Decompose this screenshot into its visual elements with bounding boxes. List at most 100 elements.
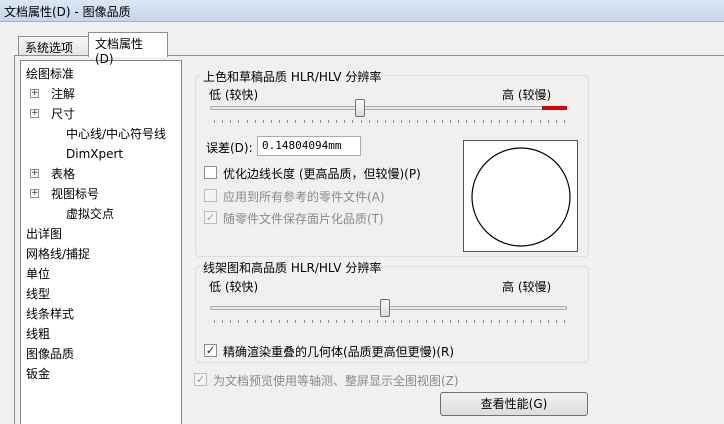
- slider-tick: [376, 120, 378, 123]
- property-tree[interactable]: 绘图标准 + 注解 + 尺寸 中心线/中心符号线 DimXpert + 表格 + 视图标号 虚拟交点出…: [20, 60, 182, 424]
- slider-tick: [222, 320, 224, 323]
- slider-tick: [466, 120, 468, 123]
- slider-tick: [327, 120, 329, 123]
- slider-tick: [360, 320, 362, 323]
- slider-tick: [564, 120, 565, 123]
- slider-tick: [352, 120, 354, 123]
- slider-tick: [458, 120, 460, 123]
- save-tessellation-label: 随零件文件保存面片化品质(T): [223, 212, 384, 226]
- tree-item[interactable]: 线粗: [21, 324, 181, 344]
- error-label: 误差(D):: [206, 141, 253, 155]
- slider-tick: [238, 320, 240, 323]
- tree-item[interactable]: 出详图: [21, 224, 181, 244]
- shaded-quality-slider-track[interactable]: [210, 106, 567, 110]
- tree-item[interactable]: 线条样式: [21, 304, 181, 324]
- apply-to-referenced-parts-option[interactable]: 应用到所有参考的零件文件(A): [204, 187, 404, 205]
- error-input[interactable]: 0.14804094mm: [257, 136, 361, 156]
- tree-item[interactable]: 图像品质: [21, 344, 181, 364]
- slider-tick: [279, 120, 281, 123]
- tree-item-label: 线条样式: [26, 307, 75, 321]
- tessellation-preview: [463, 140, 578, 252]
- slider-tick: [531, 120, 533, 123]
- slider-tick: [384, 120, 386, 123]
- tree-item[interactable]: DimXpert: [21, 144, 181, 164]
- slider-tick: [352, 320, 354, 323]
- tree-item-label: 线型: [26, 287, 51, 301]
- tree-item[interactable]: + 尺寸: [21, 104, 181, 124]
- tree-item-label: 尺寸: [51, 107, 76, 121]
- precise-overlap-checkbox[interactable]: ✓: [204, 344, 217, 357]
- shaded-quality-legend: 上色和草稿品质 HLR/HLV 分辨率: [200, 68, 385, 85]
- tab-document-properties[interactable]: 文档属性(D): [88, 32, 168, 66]
- save-tessellation-option[interactable]: ✓ 随零件文件保存面片化品质(T): [204, 209, 404, 227]
- slider-tick: [238, 120, 240, 123]
- slider-tick: [507, 320, 509, 323]
- slider-tick: [295, 120, 297, 123]
- slider-tick: [474, 320, 476, 323]
- optimize-edge-length-checkbox[interactable]: [204, 166, 217, 179]
- tree-item[interactable]: + 视图标号: [21, 184, 181, 204]
- slider-tick: [523, 120, 525, 123]
- slider-tick: [222, 120, 224, 123]
- tree-item[interactable]: + 注解: [21, 84, 181, 104]
- iso-preview-option[interactable]: ✓ 为文档预览使用等轴测、整屏显示全图视图(Z): [194, 371, 464, 389]
- tree-item-label: 出详图: [26, 227, 63, 241]
- optimize-edge-length-label: 优化边线长度 (更高品质，但较慢)(P): [223, 167, 421, 181]
- slider-tick: [287, 120, 289, 123]
- save-tessellation-checkbox[interactable]: ✓: [204, 211, 217, 224]
- slider-tick: [303, 120, 305, 123]
- tree-item[interactable]: 网格线/捕捉: [21, 244, 181, 264]
- slider-tick: [311, 320, 313, 323]
- slider-tick: [507, 120, 509, 123]
- tree-item[interactable]: 钣金: [21, 364, 181, 384]
- tree-item-label: 中心线/中心符号线: [66, 127, 167, 141]
- slider-tick: [254, 120, 256, 123]
- apply-to-referenced-parts-checkbox[interactable]: [204, 189, 217, 202]
- iso-preview-checkbox[interactable]: ✓: [194, 373, 207, 386]
- precise-overlap-option[interactable]: ✓ 精确渲染重叠的几何体(品质更高但更慢)(R): [204, 342, 464, 360]
- slider-tick: [417, 120, 419, 123]
- tree-item[interactable]: 中心线/中心符号线: [21, 124, 181, 144]
- tree-item[interactable]: 单位: [21, 264, 181, 284]
- slider-tick: [246, 320, 248, 323]
- preview-circle-icon: [471, 147, 571, 247]
- wireframe-high-label: 高 (较慢): [502, 280, 552, 294]
- tab-strip: 系统选项(S) 文档属性(D): [0, 22, 724, 70]
- expand-plus-icon[interactable]: +: [30, 89, 39, 98]
- tree-item[interactable]: + 表格: [21, 164, 181, 184]
- slider-tick: [401, 320, 403, 323]
- slider-tick: [433, 320, 435, 323]
- precise-overlap-label: 精确渲染重叠的几何体(品质更高但更慢)(R): [223, 345, 455, 359]
- slider-tick: [279, 320, 281, 323]
- tree-item[interactable]: 绘图标准: [21, 64, 181, 84]
- slider-tick: [555, 320, 557, 323]
- view-performance-button[interactable]: 查看性能(G): [440, 392, 588, 416]
- shaded-quality-slider-thumb[interactable]: [354, 99, 365, 117]
- tree-item-label: DimXpert: [66, 147, 124, 161]
- tab-system-options[interactable]: 系统选项(S): [18, 36, 90, 70]
- slider-tick: [515, 320, 517, 323]
- slider-tick: [336, 120, 338, 123]
- slider-tick: [515, 120, 517, 123]
- slider-tick: [230, 120, 232, 123]
- slider-tick: [466, 320, 468, 323]
- slider-tick: [214, 120, 215, 123]
- tree-item[interactable]: 线型: [21, 284, 181, 304]
- slider-tick: [531, 320, 533, 323]
- apply-to-referenced-parts-label: 应用到所有参考的零件文件(A): [223, 190, 385, 204]
- expand-plus-icon[interactable]: +: [30, 189, 39, 198]
- expand-plus-icon[interactable]: +: [30, 169, 39, 178]
- expand-plus-icon[interactable]: +: [30, 109, 39, 118]
- slider-tick: [490, 320, 492, 323]
- shaded-quality-slider-max-segment: [542, 106, 567, 110]
- shaded-quality-slider-ticks: [214, 120, 565, 126]
- tree-item[interactable]: 虚拟交点: [21, 204, 181, 224]
- optimize-edge-length-option[interactable]: 优化边线长度 (更高品质，但较慢)(P): [204, 164, 444, 182]
- slider-tick: [547, 120, 549, 123]
- slider-tick: [344, 320, 346, 323]
- slider-tick: [344, 120, 346, 123]
- slider-tick: [498, 120, 500, 123]
- slider-tick: [425, 120, 427, 123]
- wireframe-quality-slider-thumb[interactable]: [379, 299, 390, 317]
- slider-tick: [262, 120, 264, 123]
